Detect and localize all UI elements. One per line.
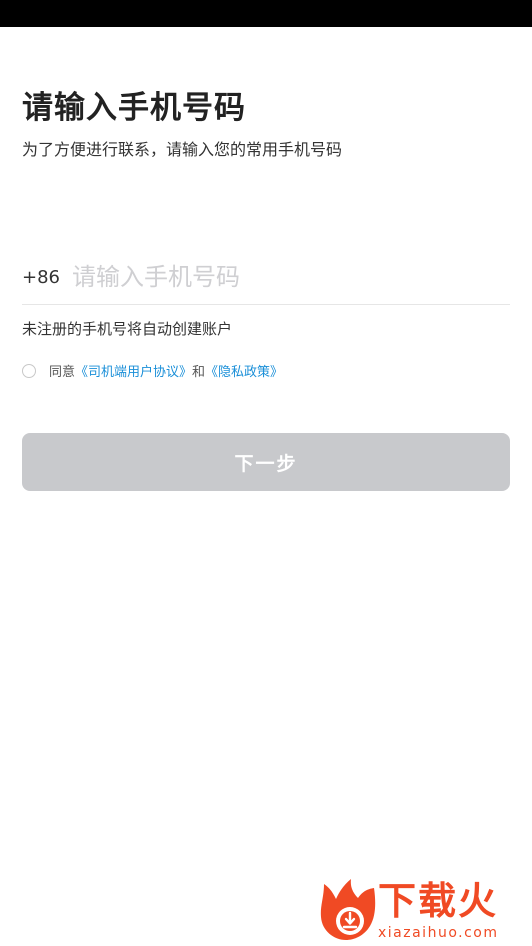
- watermark-cn-text: 下载火: [378, 879, 499, 923]
- phone-input-row: +86: [22, 250, 510, 305]
- auto-register-notice: 未注册的手机号将自动创建账户: [22, 320, 233, 338]
- driver-user-agreement-link[interactable]: 《司机端用户协议》: [75, 361, 192, 380]
- watermark-url-text: xiazaihuo.com: [378, 925, 499, 941]
- agreement-checkbox[interactable]: [22, 363, 36, 378]
- privacy-policy-link[interactable]: 《隐私政策》: [205, 361, 283, 380]
- page-title: 请输入手机号码: [22, 90, 246, 126]
- fire-download-logo-icon: [320, 879, 376, 940]
- agreement-row: 同意 《司机端用户协议》 和 《隐私政策》: [22, 361, 283, 380]
- status-bar: [0, 0, 532, 27]
- page-subtitle: 为了方便进行联系，请输入您的常用手机号码: [22, 140, 343, 159]
- next-step-button[interactable]: 下一步: [22, 433, 510, 491]
- watermark: 下载火 xiazaihuo.com: [316, 876, 530, 944]
- country-code[interactable]: +86: [22, 267, 60, 288]
- phone-input[interactable]: [72, 257, 510, 297]
- agreement-conjunction: 和: [192, 365, 206, 380]
- agreement-prefix: 同意: [49, 365, 76, 380]
